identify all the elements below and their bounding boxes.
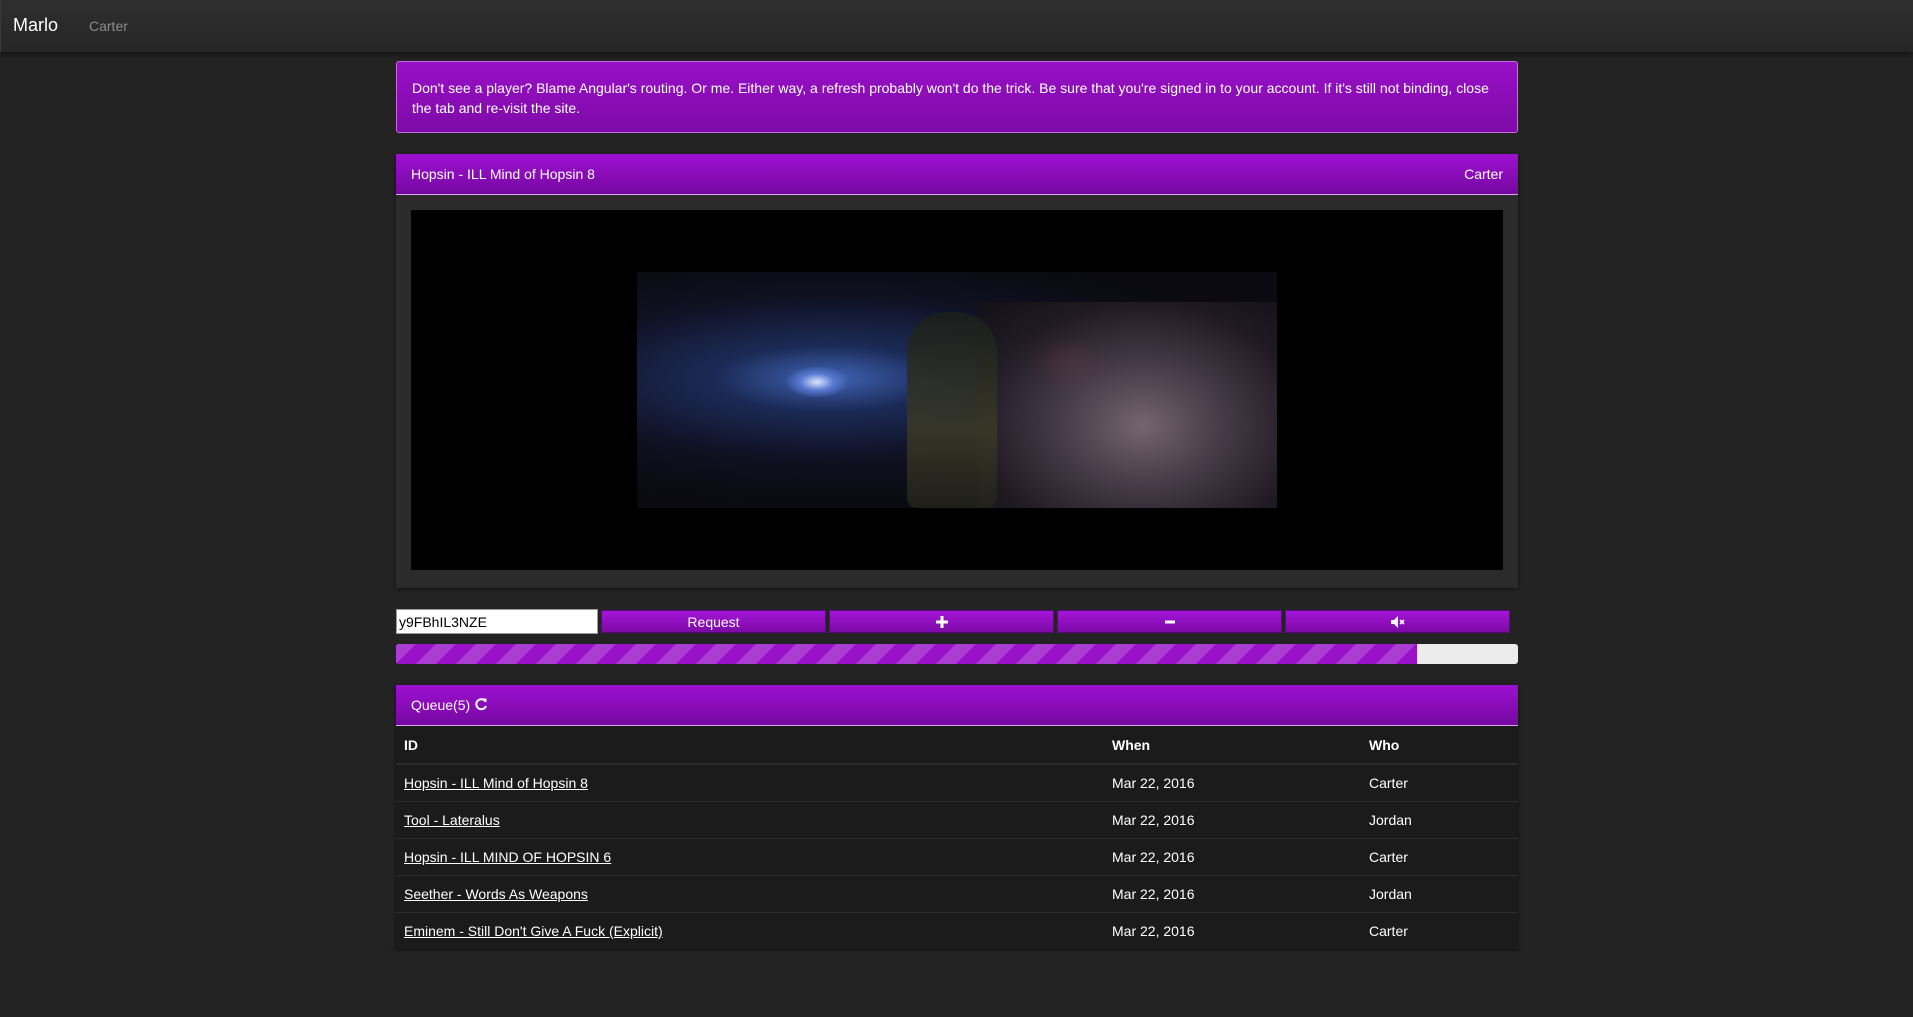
cell-when: Mar 22, 2016: [1104, 763, 1361, 801]
cell-who: Carter: [1361, 763, 1518, 801]
cell-when: Mar 22, 2016: [1104, 911, 1361, 949]
request-button[interactable]: Request: [601, 610, 826, 633]
player-panel-heading: Hopsin - ILL Mind of Hopsin 8 Carter: [396, 154, 1518, 195]
refresh-icon[interactable]: [474, 698, 488, 712]
brand-link[interactable]: Marlo: [13, 15, 58, 36]
top-navbar: Marlo Carter: [0, 0, 1913, 52]
mute-button[interactable]: [1285, 610, 1510, 633]
queue-panel: Queue(5) ID When Who Hopsin - ILL Mind o…: [396, 685, 1518, 949]
minus-icon: [1164, 620, 1175, 623]
now-playing-title: Hopsin - ILL Mind of Hopsin 8: [411, 166, 595, 182]
progress-bar-fill: [396, 644, 1418, 664]
track-link[interactable]: Hopsin - ILL Mind of Hopsin 8: [404, 775, 588, 791]
track-link[interactable]: Seether - Words As Weapons: [404, 886, 588, 902]
cell-who: Carter: [1361, 837, 1518, 875]
queue-header-row: ID When Who: [396, 726, 1518, 765]
cell-when: Mar 22, 2016: [1104, 837, 1361, 875]
queue-panel-heading: Queue(5): [396, 685, 1518, 726]
cell-id: Seether - Words As Weapons: [396, 874, 1104, 912]
video-player[interactable]: [411, 210, 1503, 570]
video-frame: [637, 272, 1277, 508]
track-link[interactable]: Hopsin - ILL MIND OF HOPSIN 6: [404, 849, 611, 865]
cell-id: Tool - Lateralus: [396, 800, 1104, 838]
column-header-id: ID: [396, 726, 1104, 765]
alert-text: Don't see a player? Blame Angular's rout…: [412, 80, 1489, 116]
crowd-image: [977, 302, 1277, 508]
volume-up-button[interactable]: [829, 610, 1054, 633]
cell-id: Eminem - Still Don't Give A Fuck (Explic…: [396, 911, 1104, 949]
cell-who: Carter: [1361, 911, 1518, 949]
table-row: Hopsin - ILL Mind of Hopsin 8 Mar 22, 20…: [396, 763, 1518, 801]
track-link[interactable]: Eminem - Still Don't Give A Fuck (Explic…: [404, 923, 663, 939]
column-header-when: When: [1104, 726, 1361, 765]
performer-image: [907, 312, 997, 508]
plus-icon: [935, 615, 948, 628]
cell-who: Jordan: [1361, 874, 1518, 912]
volume-mute-icon: [1390, 615, 1405, 628]
player-body: [396, 195, 1518, 588]
table-row: Hopsin - ILL MIND OF HOPSIN 6 Mar 22, 20…: [396, 837, 1518, 875]
queue-table: ID When Who Hopsin - ILL Mind of Hopsin …: [396, 726, 1518, 949]
main-container: Don't see a player? Blame Angular's rout…: [396, 61, 1518, 949]
cell-who: Jordan: [1361, 800, 1518, 838]
stage-light: [787, 367, 847, 397]
column-header-who: Who: [1361, 726, 1518, 765]
info-alert: Don't see a player? Blame Angular's rout…: [396, 61, 1518, 133]
cell-id: Hopsin - ILL MIND OF HOPSIN 6: [396, 837, 1104, 875]
queue-title: Queue(5): [411, 697, 471, 713]
nav-user-link[interactable]: Carter: [89, 18, 128, 34]
table-row: Seether - Words As Weapons Mar 22, 2016 …: [396, 874, 1518, 912]
track-link[interactable]: Tool - Lateralus: [404, 812, 500, 828]
player-panel: Hopsin - ILL Mind of Hopsin 8 Carter: [396, 154, 1518, 588]
player-controls: Request: [396, 609, 1518, 635]
table-row: Eminem - Still Don't Give A Fuck (Explic…: [396, 911, 1518, 949]
cell-id: Hopsin - ILL Mind of Hopsin 8: [396, 763, 1104, 801]
video-id-input[interactable]: [396, 609, 598, 634]
playback-progress[interactable]: [396, 644, 1518, 664]
volume-down-button[interactable]: [1057, 610, 1282, 633]
cell-when: Mar 22, 2016: [1104, 874, 1361, 912]
now-playing-requester: Carter: [1464, 166, 1503, 182]
table-row: Tool - Lateralus Mar 22, 2016 Jordan: [396, 800, 1518, 838]
cell-when: Mar 22, 2016: [1104, 800, 1361, 838]
request-button-label: Request: [687, 613, 740, 630]
